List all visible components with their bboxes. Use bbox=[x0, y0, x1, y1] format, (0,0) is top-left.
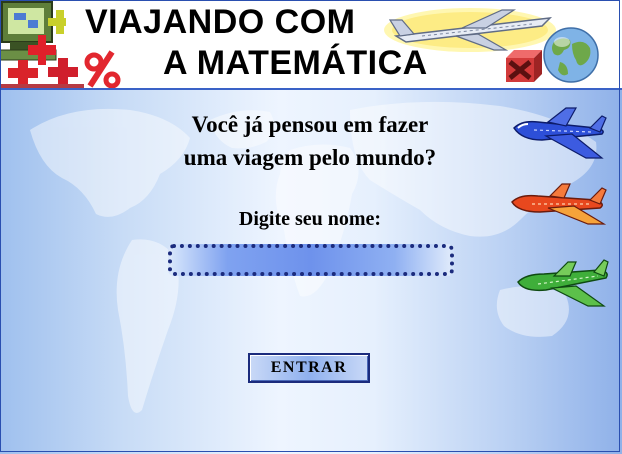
name-input[interactable] bbox=[168, 244, 454, 276]
airplane-icon bbox=[384, 8, 556, 52]
globe-icon bbox=[543, 27, 599, 83]
header-banner: VIAJANDO COM A MATEMÁTICA bbox=[0, 0, 622, 90]
blue-airplane-icon bbox=[513, 107, 607, 159]
question-line-2: uma viagem pelo mundo? bbox=[183, 145, 437, 170]
name-prompt-label: Digite seu nome: bbox=[238, 208, 382, 230]
title-line-1: VIAJANDO COM bbox=[85, 3, 356, 41]
question-line-1: Você já pensou em fazer bbox=[191, 112, 429, 137]
enter-button[interactable]: ENTRAR bbox=[248, 353, 370, 383]
green-airplane-icon bbox=[517, 259, 609, 307]
red-x-icon bbox=[506, 50, 542, 82]
red-airplane-icon bbox=[511, 183, 607, 225]
welcome-question: Você já pensou em fazer uma viagem pelo … bbox=[140, 108, 480, 174]
